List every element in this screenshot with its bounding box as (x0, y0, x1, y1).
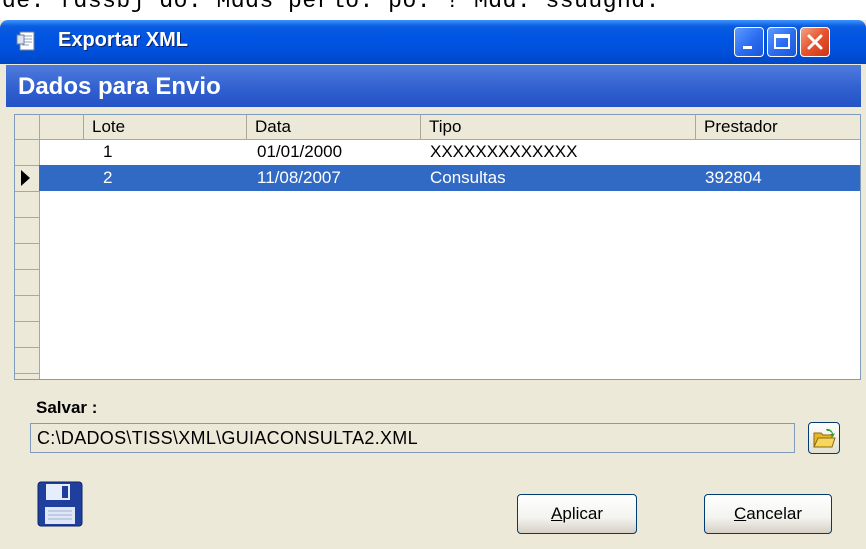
column-header-prestador[interactable]: Prestador (695, 115, 860, 139)
save-label: Salvar : (36, 398, 98, 417)
cell-data: 01/01/2000 (257, 142, 343, 161)
cell-tipo: Consultas (430, 168, 506, 187)
grid-header: Lote Data Tipo Prestador (15, 115, 860, 140)
close-button[interactable] (800, 27, 830, 57)
save-path-field[interactable] (30, 423, 795, 453)
window-title: Exportar XML (58, 29, 189, 51)
maximize-icon (774, 34, 790, 49)
cell-lote: 1 (103, 142, 113, 161)
apply-button[interactable]: Aplicar (517, 494, 637, 534)
column-header-tipo[interactable]: Tipo (420, 115, 695, 139)
row-indicator-column (15, 115, 40, 379)
apply-accel: A (551, 504, 563, 523)
lots-grid[interactable]: Lote Data Tipo Prestador 1 01/01/2000 XX… (14, 114, 861, 380)
maximize-button[interactable] (767, 27, 797, 57)
section-title: Dados para Envio (18, 73, 221, 100)
table-row[interactable]: 1 01/01/2000 XXXXXXXXXXXXX (39, 139, 860, 165)
section-header: Dados para Envio (6, 65, 861, 107)
cancel-label: ancelar (746, 504, 803, 523)
column-header-data[interactable]: Data (246, 115, 420, 139)
apply-label: plicar (562, 504, 603, 523)
cancel-button[interactable]: Cancelar (704, 494, 832, 534)
cell-tipo: XXXXXXXXXXXXX (430, 142, 578, 161)
background-text: de: fdssbj do: Mdds perlo: po: ! Mdd: ss… (2, 0, 660, 14)
title-bar[interactable]: Exportar XML (0, 20, 866, 64)
column-header-blank (39, 115, 83, 139)
cancel-accel: C (733, 504, 747, 523)
minimize-button[interactable] (734, 27, 764, 57)
close-icon (807, 34, 823, 50)
browse-folder-button[interactable] (808, 422, 840, 454)
cell-prestador: 392804 (705, 168, 762, 187)
cell-data: 11/08/2007 (257, 168, 341, 187)
cell-lote: 2 (103, 168, 113, 187)
row-pointer-icon (21, 170, 30, 186)
minimize-icon (743, 46, 752, 49)
export-xml-dialog: Exportar XML Dados para Envio Lote Data … (0, 20, 866, 549)
folder-open-icon (813, 428, 836, 448)
background-page-text: de: fdssbj do: Mdds perlo: po: ! Mdd: ss… (0, 0, 866, 22)
floppy-disk-icon (37, 481, 83, 527)
column-header-lote[interactable]: Lote (83, 115, 246, 139)
table-row-selected[interactable]: 2 11/08/2007 Consultas 392804 (39, 165, 860, 191)
document-icon (16, 31, 35, 51)
